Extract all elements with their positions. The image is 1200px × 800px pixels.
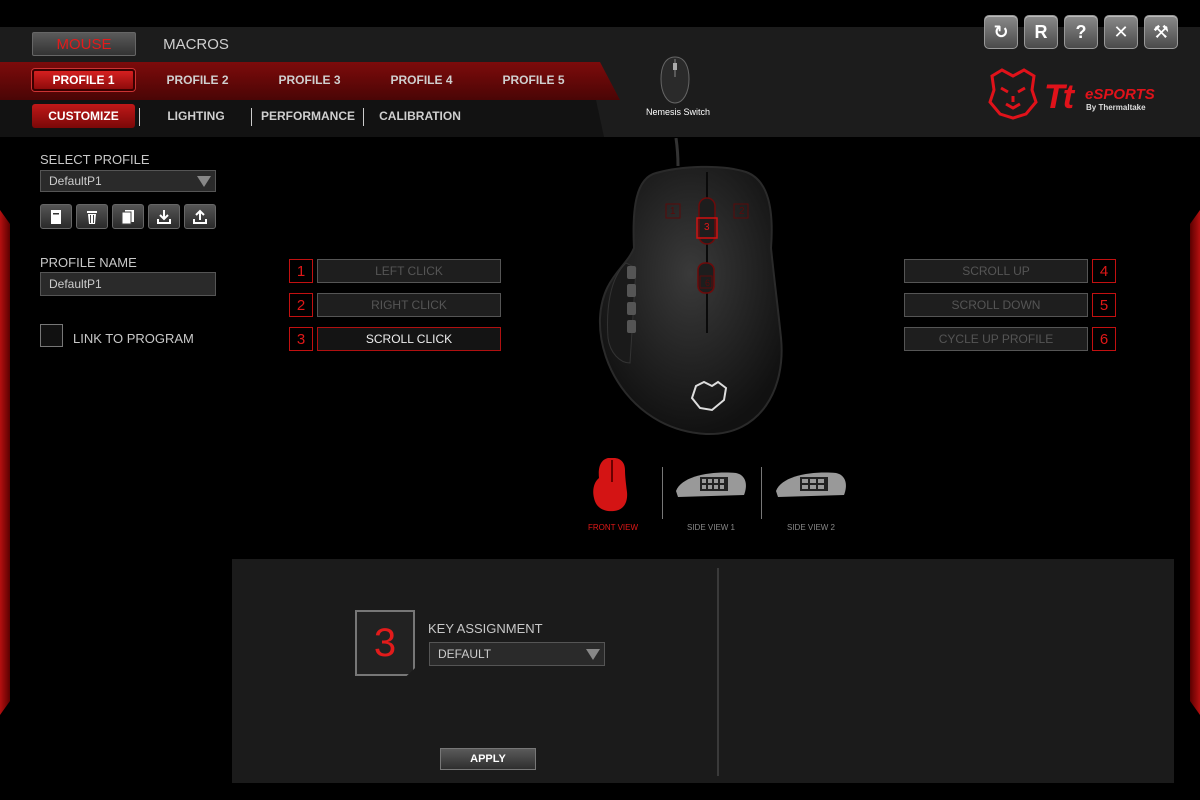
mapping-cycle-up-profile[interactable]: CYCLE UP PROFILE [904, 327, 1088, 351]
view-divider [662, 467, 663, 519]
new-profile-button[interactable] [40, 204, 72, 229]
link-to-program-label: LINK TO PROGRAM [73, 331, 194, 346]
tab-mouse[interactable]: MOUSE [32, 32, 136, 56]
brand-by-thermaltake: By Thermaltake [1086, 103, 1146, 112]
tab-profile-4[interactable]: PROFILE 4 [370, 69, 473, 91]
side-view-2-label: SIDE VIEW 2 [786, 523, 835, 532]
mapping-scroll-click[interactable]: SCROLL CLICK [317, 327, 501, 351]
help-icon: ? [1075, 21, 1087, 42]
mapping-left-click[interactable]: LEFT CLICK [317, 259, 501, 283]
tab-calibration[interactable]: CALIBRATION [372, 104, 468, 128]
close-icon: ✕ [1113, 21, 1129, 42]
import-icon [157, 209, 171, 224]
settings-button[interactable]: ⚒ [1144, 15, 1178, 49]
copy-icon [121, 209, 134, 224]
key-assignment-dropdown[interactable]: DEFAULT [429, 642, 605, 666]
settings-tools-icon: ⚒ [1152, 21, 1170, 42]
tiger-logo-icon [988, 68, 1038, 120]
button-number-1: 1 [289, 259, 313, 283]
chevron-down-icon [586, 649, 600, 660]
tab-macros[interactable]: MACROS [150, 32, 242, 56]
tab-customize[interactable]: CUSTOMIZE [32, 104, 135, 128]
tab-divider [139, 108, 140, 126]
mouse-label-1: 1 [670, 206, 676, 217]
button-number-5: 5 [1092, 293, 1116, 317]
brand-tt: Tt [1044, 78, 1074, 116]
view-divider [761, 467, 762, 519]
reset-button[interactable]: R [1024, 15, 1058, 49]
side-view-2-button[interactable] [774, 469, 848, 499]
profile-name-value: DefaultP1 [49, 277, 102, 291]
button-number-2: 2 [289, 293, 313, 317]
tab-profile-3[interactable]: PROFILE 3 [258, 69, 361, 91]
tab-performance[interactable]: PERFORMANCE [258, 104, 358, 128]
select-profile-dropdown[interactable]: DefaultP1 [40, 170, 216, 192]
export-icon [193, 209, 207, 224]
tab-divider [251, 108, 252, 126]
help-button[interactable]: ? [1064, 15, 1098, 49]
tab-profile-5[interactable]: PROFILE 5 [482, 69, 585, 91]
brand-esports: eSPORTS [1085, 86, 1155, 103]
select-profile-label: SELECT PROFILE [40, 152, 150, 167]
tab-profile-2[interactable]: PROFILE 2 [146, 69, 249, 91]
mouse-label-3: 3 [704, 222, 710, 233]
close-button[interactable]: ✕ [1104, 15, 1138, 49]
mapping-scroll-up[interactable]: SCROLL UP [904, 259, 1088, 283]
mouse-label-6: 6 [705, 278, 711, 288]
tab-lighting[interactable]: LIGHTING [150, 104, 242, 128]
select-profile-value: DefaultP1 [49, 174, 102, 188]
link-to-program-checkbox[interactable] [40, 324, 63, 347]
new-profile-icon [51, 209, 61, 224]
mapping-right-click[interactable]: RIGHT CLICK [317, 293, 501, 317]
refresh-icon: ↻ [993, 21, 1009, 42]
key-assignment-value: DEFAULT [438, 647, 492, 661]
reset-icon: R [1034, 21, 1048, 42]
copy-profile-button[interactable] [112, 204, 144, 229]
chevron-down-icon [197, 176, 211, 187]
mouse-front-image [598, 138, 783, 436]
button-number-4: 4 [1092, 259, 1116, 283]
side-view-1-button[interactable] [674, 469, 748, 499]
delete-icon [87, 210, 97, 224]
mapping-scroll-down[interactable]: SCROLL DOWN [904, 293, 1088, 317]
apply-button[interactable]: APPLY [440, 748, 536, 770]
delete-profile-button[interactable] [76, 204, 108, 229]
button-number-6: 6 [1092, 327, 1116, 351]
key-assignment-label: KEY ASSIGNMENT [428, 621, 543, 636]
left-accent [0, 210, 10, 715]
mouse-label-2: 2 [739, 206, 745, 217]
side-view-1-label: SIDE VIEW 1 [686, 523, 735, 532]
refresh-button[interactable]: ↻ [984, 15, 1018, 49]
device-thumbnail-icon [660, 56, 690, 104]
mouse-side-icon [676, 472, 746, 497]
mouse-side-icon [776, 472, 846, 497]
tab-profile-1[interactable]: PROFILE 1 [32, 69, 135, 91]
export-profile-button[interactable] [184, 204, 216, 229]
front-view-label: FRONT VIEW [587, 523, 639, 532]
profile-name-input[interactable]: DefaultP1 [40, 272, 216, 296]
tab-divider [363, 108, 364, 126]
right-accent [1190, 210, 1200, 715]
profile-name-label: PROFILE NAME [40, 255, 137, 270]
panel-divider [717, 568, 719, 776]
button-number-3: 3 [289, 327, 313, 351]
front-view-button[interactable] [590, 456, 634, 514]
selected-key-badge: 3 [355, 610, 415, 676]
mouse-front-icon [593, 458, 628, 512]
device-name: Nemesis Switch [645, 107, 710, 117]
import-profile-button[interactable] [148, 204, 180, 229]
